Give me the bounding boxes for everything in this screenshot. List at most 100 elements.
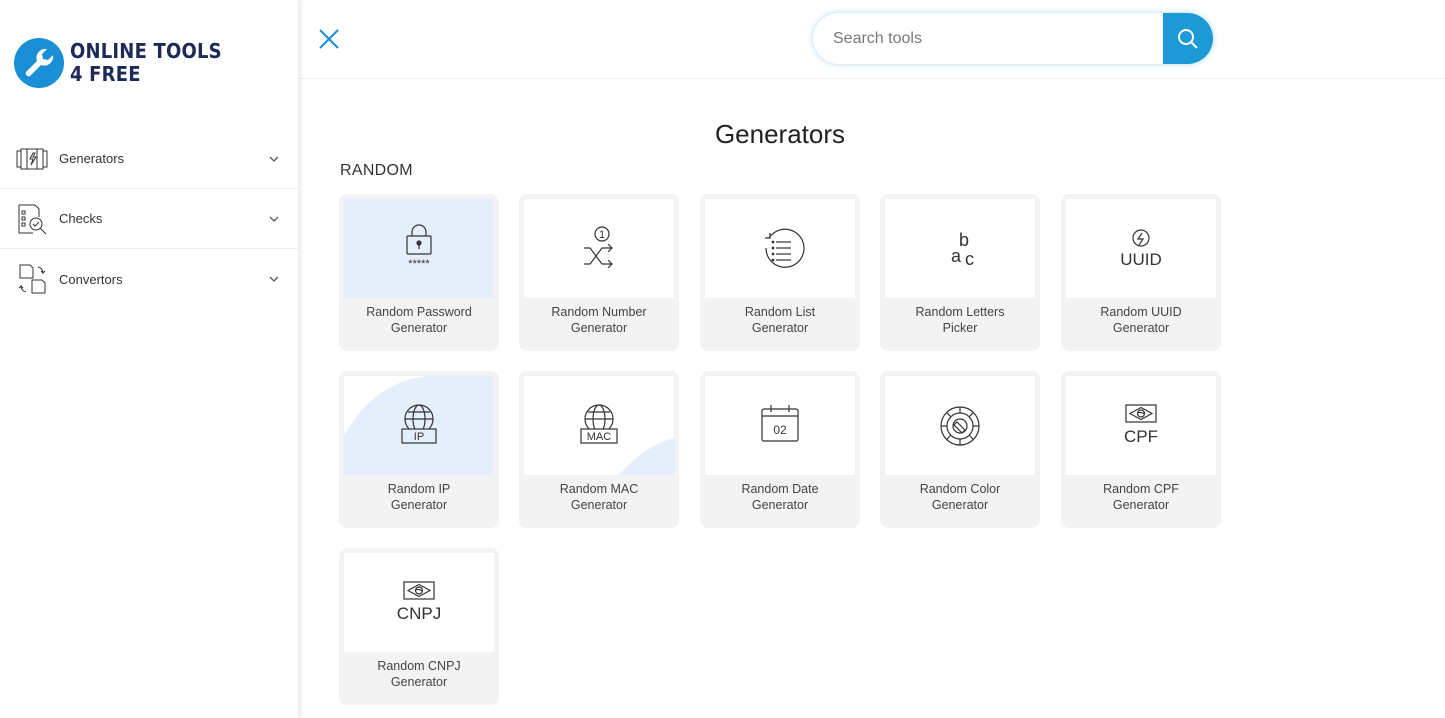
sidebar-item-convertors[interactable]: Convertors xyxy=(0,249,298,309)
card-label: Random MAC Generator xyxy=(524,481,674,513)
card-image: CNPJ xyxy=(344,553,494,652)
card-label-line: Random IP xyxy=(387,482,451,496)
sidebar-item-generators[interactable]: Generators xyxy=(0,129,298,189)
card-label-line: Random Number xyxy=(551,305,647,319)
card-label: Random Date Generator xyxy=(705,481,855,513)
tool-card-random-cnpj[interactable]: CNPJ Random CNPJ Generator xyxy=(339,548,499,705)
checks-icon xyxy=(18,204,47,235)
search-button[interactable] xyxy=(1163,13,1213,64)
generators-icon xyxy=(16,148,48,170)
card-label-line: Random CNPJ xyxy=(377,659,461,673)
number-digit-text: 1 xyxy=(599,229,605,241)
header-divider xyxy=(299,78,1445,79)
card-label-line: Generator xyxy=(570,321,628,335)
page-title: Generators xyxy=(714,119,846,149)
tool-card-random-mac[interactable]: MAC Random MAC Generator xyxy=(519,371,679,528)
tool-card-random-number[interactable]: 1 Random Number Generator xyxy=(519,194,679,351)
wrench-logo-icon xyxy=(14,38,64,88)
card-label-line: Generator xyxy=(390,321,448,335)
globe-mac-icon: MAC xyxy=(580,403,618,444)
tool-card-random-ip[interactable]: IP Random IP Generator xyxy=(339,371,499,528)
cnpj-text: CNPJ xyxy=(397,604,441,623)
card-label: Random Number Generator xyxy=(524,304,674,336)
card-image: a b c xyxy=(885,199,1035,298)
card-label-line: Random MAC xyxy=(559,482,639,496)
sidebar-item-label: Convertors xyxy=(59,271,123,287)
card-label-line: Generator xyxy=(390,675,448,689)
chevron-down-icon xyxy=(269,216,279,222)
date-day-text: 02 xyxy=(773,423,787,437)
calendar-icon: 02 xyxy=(761,404,799,442)
sidebar-item-label: Checks xyxy=(59,211,103,226)
card-label: Random List Generator xyxy=(705,304,855,336)
card-label-line: Picker xyxy=(942,321,978,335)
card-label: Random Color Generator xyxy=(885,481,1035,513)
card-label-line: Random Password xyxy=(366,305,472,319)
letters-abc-icon: a b c xyxy=(951,230,974,269)
card-label-line: Generator xyxy=(751,498,809,512)
sidebar: ONLINE TOOLS 4 FREE Generators Checks Co… xyxy=(0,0,299,718)
brand-line-1: ONLINE TOOLS xyxy=(70,39,222,63)
card-label: Random Password Generator xyxy=(344,304,494,336)
tool-card-random-color[interactable]: Random Color Generator xyxy=(880,371,1040,528)
card-label-line: Random List xyxy=(744,305,816,319)
tool-card-random-cpf[interactable]: CPF Random CPF Generator xyxy=(1061,371,1221,528)
brand-name: ONLINE TOOLS 4 FREE xyxy=(70,40,222,86)
card-image: 02 xyxy=(705,376,855,475)
uuid-icon: UUID xyxy=(1120,228,1162,269)
globe-ip-icon: IP xyxy=(401,403,437,444)
ip-text: IP xyxy=(414,431,424,443)
card-label-line: Generator xyxy=(1112,321,1170,335)
card-label: Random UUID Generator xyxy=(1066,304,1216,336)
chevron-down-icon xyxy=(269,156,279,162)
convertors-icon xyxy=(18,264,46,294)
uuid-text: UUID xyxy=(1120,250,1162,269)
password-lock-icon: ***** xyxy=(406,223,432,270)
card-label: Random CNPJ Generator xyxy=(344,658,494,690)
brand-line-2: 4 FREE xyxy=(70,62,141,86)
card-image xyxy=(885,376,1035,475)
card-image xyxy=(705,199,855,298)
color-wheel-icon xyxy=(940,405,980,446)
card-image: IP xyxy=(344,376,494,475)
chevron-down-icon xyxy=(269,276,279,282)
card-label-line: Random CPF xyxy=(1103,482,1179,496)
card-label-line: Random Color xyxy=(919,482,1001,496)
cpf-text: CPF xyxy=(1124,427,1158,446)
card-label-line: Generator xyxy=(931,498,989,512)
card-label-line: Random UUID xyxy=(1100,305,1182,319)
card-image: MAC xyxy=(524,376,674,475)
card-label-line: Generator xyxy=(390,498,448,512)
shuffle-number-icon: 1 xyxy=(584,225,613,268)
tool-card-random-letters[interactable]: a b c Random Letters Picker xyxy=(880,194,1040,351)
sidebar-nav: Generators Checks Convertors xyxy=(0,129,298,309)
mac-text: MAC xyxy=(587,431,612,443)
search-icon xyxy=(1178,28,1198,49)
section-title: RANDOM xyxy=(340,162,413,179)
close-icon[interactable] xyxy=(318,28,340,50)
letter-b-text: b xyxy=(959,230,969,250)
list-refresh-icon xyxy=(765,228,805,268)
card-label-line: Generator xyxy=(570,498,628,512)
sidebar-item-label: Generators xyxy=(59,151,125,166)
brand-logo[interactable]: ONLINE TOOLS 4 FREE xyxy=(14,38,222,88)
tool-card-random-date[interactable]: 02 Random Date Generator xyxy=(700,371,860,528)
card-image: CPF xyxy=(1066,376,1216,475)
card-image: UUID xyxy=(1066,199,1216,298)
card-image: 1 xyxy=(524,199,674,298)
search-input[interactable] xyxy=(813,13,1163,64)
letter-c-text: c xyxy=(965,249,974,269)
card-label: Random IP Generator xyxy=(344,481,494,513)
brazil-flag-cpf-icon: CPF xyxy=(1124,403,1158,446)
tool-card-random-list[interactable]: Random List Generator xyxy=(700,194,860,351)
card-label: Random Letters Picker xyxy=(885,304,1035,336)
sidebar-item-checks[interactable]: Checks xyxy=(0,189,298,249)
card-label-line: Generator xyxy=(751,321,809,335)
search-bar xyxy=(813,13,1213,64)
card-label-line: Random Letters xyxy=(915,305,1005,319)
tool-card-random-uuid[interactable]: UUID Random UUID Generator xyxy=(1061,194,1221,351)
tool-card-random-password[interactable]: ***** Random Password Generator xyxy=(339,194,499,351)
password-mask-text: ***** xyxy=(408,258,430,270)
card-image: ***** xyxy=(344,199,494,298)
card-label: Random CPF Generator xyxy=(1066,481,1216,513)
